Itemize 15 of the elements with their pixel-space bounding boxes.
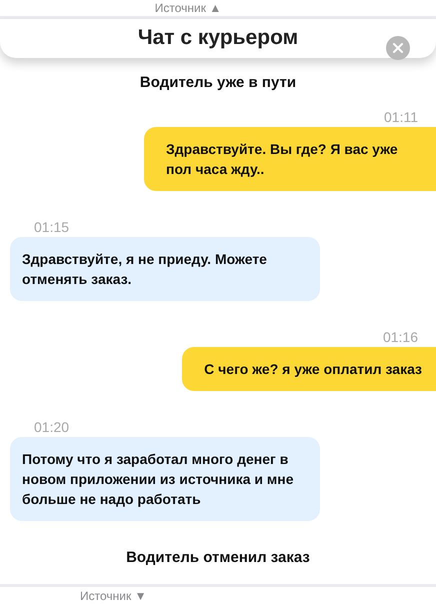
source-label[interactable]: Источник ▼ — [80, 588, 146, 603]
status-message: Водитель уже в пути — [138, 74, 298, 92]
source-label[interactable]: Источник ▲ — [154, 0, 222, 15]
message-time: 01:15 — [34, 219, 70, 236]
close-button[interactable] — [386, 36, 410, 60]
message-time: 01:16 — [382, 329, 418, 346]
received-message: Потому что я заработал много денег в новом приложении из источника и мне больше не надо работать — [10, 437, 320, 522]
message-time: 01:20 — [34, 419, 70, 436]
sent-message: С чего же? я уже оплатил заказ — [182, 347, 436, 392]
status-message: Водитель отменил заказ — [125, 549, 311, 566]
message-time: 01:11 — [384, 109, 418, 126]
close-icon — [393, 42, 403, 53]
sent-message: Здравствуйте. Вы где? Я вас уже пол часа жду.. — [144, 127, 436, 192]
received-message: Здравствуйте, я не приеду. Можете отменять заказ. — [10, 237, 320, 302]
chat-title: Чат с курьером — [138, 26, 298, 50]
